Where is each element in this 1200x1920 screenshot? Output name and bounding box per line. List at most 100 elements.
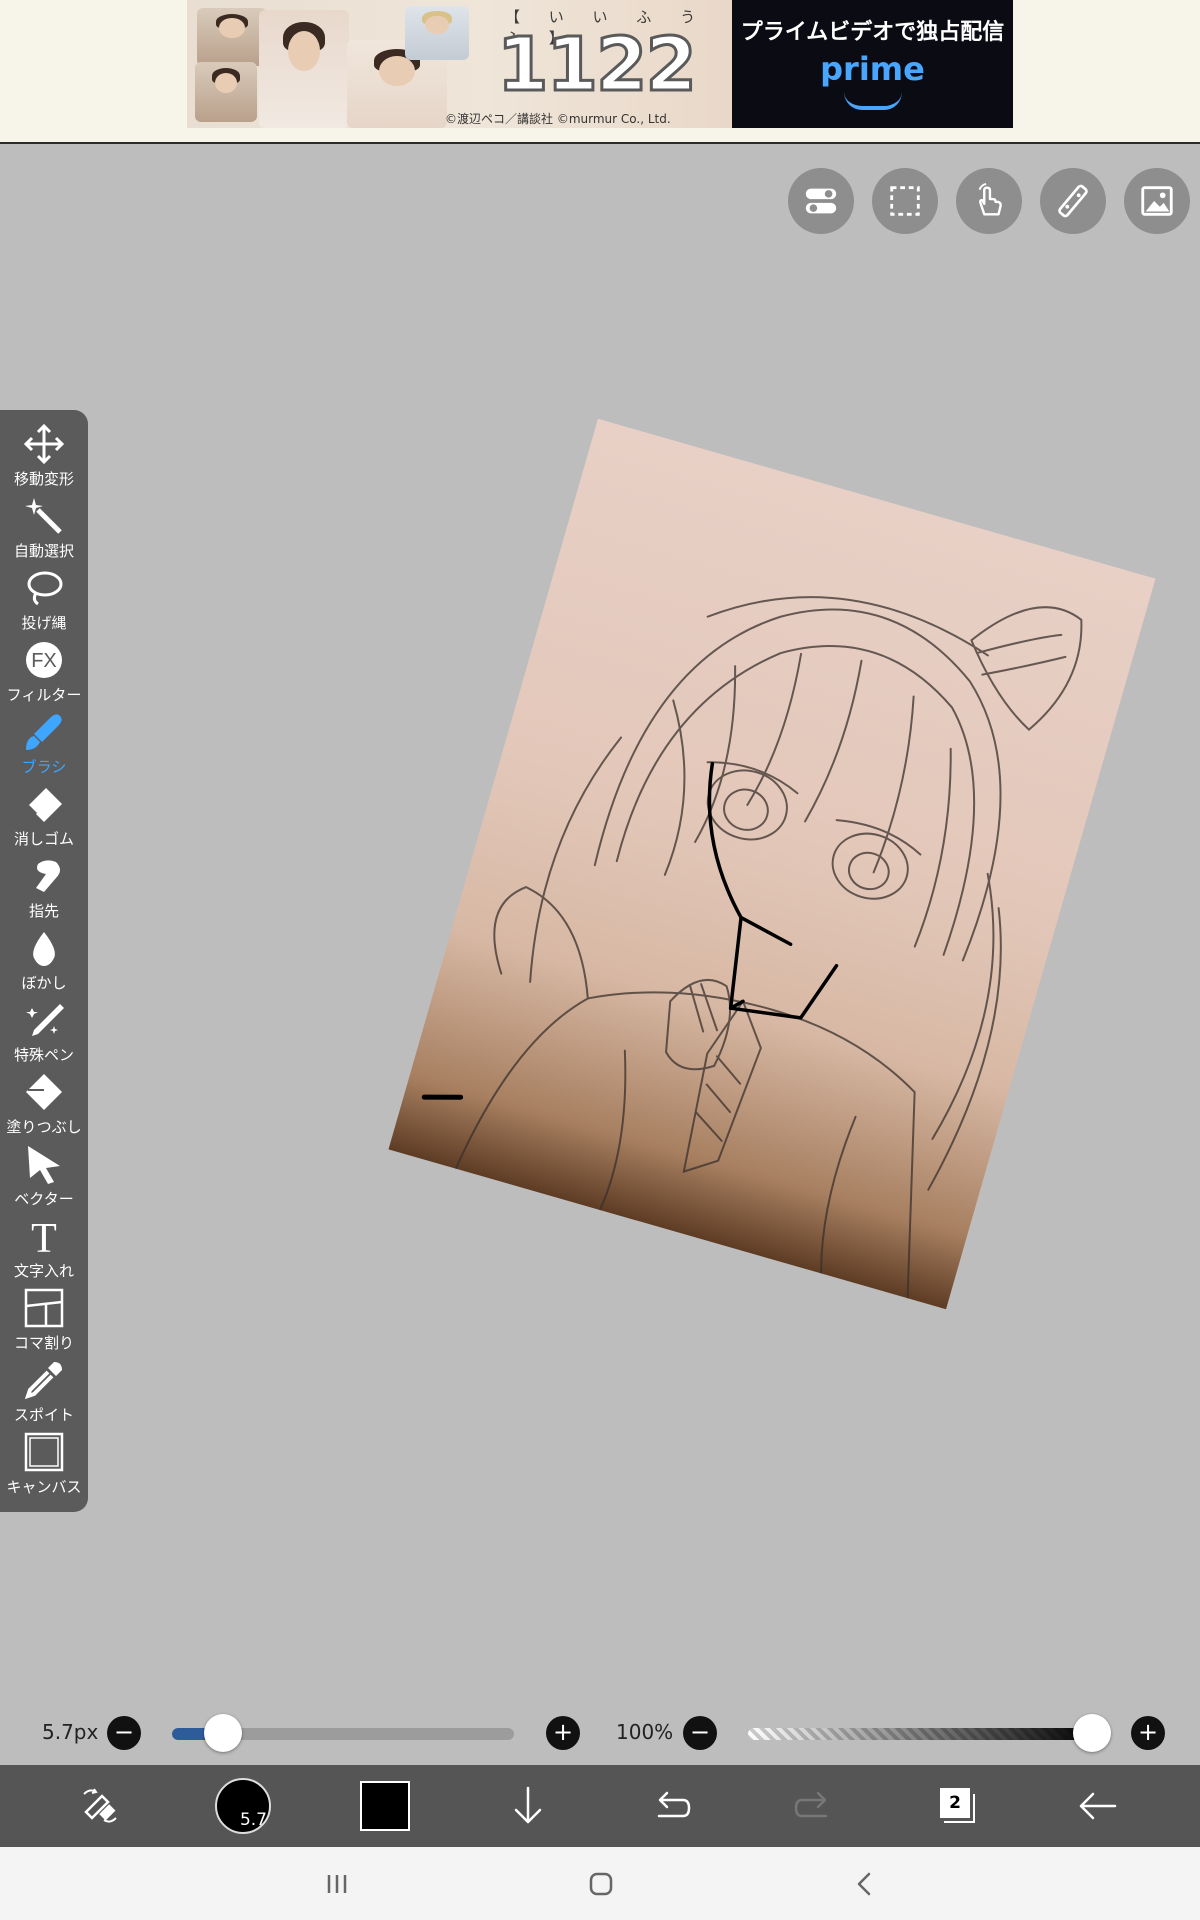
recent-apps-button[interactable] [307, 1863, 367, 1905]
tool-lasso[interactable]: 投げ縄 [0, 564, 88, 636]
tool-vector-arrow[interactable]: ベクター [0, 1140, 88, 1212]
canvas-artwork[interactable] [388, 418, 1156, 1310]
brush-opacity-value: 100% [616, 1720, 674, 1744]
ad-brand-smile-icon [844, 92, 902, 110]
bottom-toolbar: 5.7 2 [0, 1765, 1200, 1847]
undo-icon [657, 1791, 691, 1818]
svg-text:FX: FX [31, 650, 57, 672]
brush-settings-row: 5.7px − + 100% − + [0, 1700, 1200, 1766]
tool-label: 文字入れ [13, 1262, 74, 1280]
home-icon [589, 1872, 613, 1896]
ad-area: 【 い い ふ う ふ 】 1122 ©渡辺ペコ／講談社 ©murmur Co.… [0, 0, 1200, 144]
color-button[interactable] [315, 1765, 455, 1847]
touch-hand-icon [978, 182, 1002, 216]
tool-label: 特殊ペン [13, 1046, 74, 1064]
finger-smudge-icon [36, 860, 60, 892]
special-pen-icon [26, 1004, 64, 1036]
tool-special-pen[interactable]: 特殊ペン [0, 996, 88, 1068]
download-button[interactable] [458, 1765, 598, 1847]
tool-finger-smudge[interactable]: 指先 [0, 852, 88, 924]
tool-eraser[interactable]: 消しゴム [0, 780, 88, 852]
layers-button[interactable]: 2 [886, 1765, 1026, 1847]
blur-drop-icon [33, 932, 55, 966]
tool-label: ブラシ [21, 758, 67, 776]
tool-label: 塗りつぶし [6, 1118, 82, 1136]
fill-bucket-icon [26, 1074, 62, 1110]
brush-eraser-switch-icon [83, 1788, 117, 1823]
tool-label: 指先 [28, 902, 59, 920]
undo-button[interactable] [601, 1765, 741, 1847]
brush-size-increase-button[interactable]: + [546, 1716, 580, 1750]
lasso-icon [27, 571, 63, 606]
ad-copyright: ©渡辺ペコ／講談社 ©murmur Co., Ltd. [445, 112, 671, 126]
tool-canvas[interactable]: キャンバス [0, 1428, 88, 1500]
brush-opacity-knob[interactable] [1073, 1714, 1111, 1752]
tool-label: 消しゴム [13, 830, 74, 848]
brush-opacity-decrease-button[interactable]: − [683, 1716, 717, 1750]
text-icon: T [31, 1216, 57, 1256]
tool-fx-filter[interactable]: FX フィルター [0, 636, 88, 708]
brush-icon [26, 714, 62, 750]
panel-split-icon [24, 1288, 64, 1328]
ad-photo [195, 62, 257, 122]
tool-label: スポイト [13, 1406, 74, 1424]
brush-size-button[interactable]: 5.7 [173, 1765, 313, 1847]
eyedropper-icon [24, 1362, 62, 1400]
tool-label: 自動選択 [13, 542, 74, 560]
layer-count-badge: 2 [938, 1786, 972, 1820]
ruler-icon [1058, 184, 1088, 218]
back-button[interactable] [1027, 1765, 1167, 1847]
arrow-down-icon [514, 1786, 542, 1824]
ad-promo: プライムビデオで独占配信 prime [732, 0, 1013, 128]
tool-label: 移動変形 [13, 470, 74, 488]
brush-size-value: 5.7px [42, 1720, 99, 1744]
ad-photo [259, 10, 349, 128]
brush-size-preview-label: 5.7 [239, 1810, 267, 1830]
toggle-settings-button[interactable] [788, 168, 854, 234]
vector-arrow-icon [28, 1146, 60, 1184]
redo-button[interactable] [744, 1765, 884, 1847]
tool-label: ぼかし [21, 974, 67, 992]
home-button[interactable] [571, 1863, 631, 1905]
selection-rect-icon [890, 186, 920, 216]
tool-fill-bucket[interactable]: 塗りつぶし [0, 1068, 88, 1140]
brush-size-preview: 5.7 [215, 1778, 271, 1834]
brush-opacity-slider[interactable] [748, 1728, 1096, 1740]
tool-move-transform[interactable]: 移動変形 [0, 420, 88, 492]
ad-photo [405, 6, 469, 60]
canvas-icon [24, 1432, 64, 1472]
image-icon [1141, 186, 1173, 216]
toggle-settings-icon [805, 188, 837, 214]
ad-photo-area: 【 い い ふ う ふ 】 1122 ©渡辺ペコ／講談社 ©murmur Co.… [187, 0, 732, 128]
layers-icon: 2 [936, 1786, 976, 1826]
tool-label: フィルター [6, 686, 82, 704]
selection-button[interactable] [872, 168, 938, 234]
brush-size-knob[interactable] [204, 1714, 243, 1752]
tool-panel-split[interactable]: コマ割り [0, 1284, 88, 1356]
tool-magic-wand[interactable]: 自動選択 [0, 492, 88, 564]
current-color-swatch [360, 1781, 410, 1831]
tool-label: キャンバス [6, 1478, 82, 1496]
brush-opacity-increase-button[interactable]: + [1131, 1716, 1165, 1750]
chevron-left-icon [857, 1872, 871, 1896]
ruler-button[interactable] [1040, 168, 1106, 234]
sketch-drawing [421, 596, 1083, 1300]
reference-image-button[interactable] [1124, 168, 1190, 234]
ad-title: 1122 [496, 21, 699, 110]
recent-apps-icon [327, 1875, 347, 1893]
magic-wand-icon [25, 498, 62, 534]
ad-banner[interactable]: 【 い い ふ う ふ 】 1122 ©渡辺ペコ／講談社 ©murmur Co.… [187, 0, 1013, 128]
tool-label: ベクター [14, 1190, 74, 1208]
ad-headline: プライムビデオで独占配信 [740, 20, 1005, 45]
fx-filter-icon: FX [26, 642, 62, 678]
tool-brush[interactable]: ブラシ [0, 708, 88, 780]
system-back-button[interactable] [835, 1863, 895, 1905]
quick-switch-button[interactable] [30, 1765, 170, 1847]
arrow-left-icon [1079, 1792, 1117, 1820]
tool-text[interactable]: T 文字入れ [0, 1212, 88, 1284]
tool-eyedropper[interactable]: スポイト [0, 1356, 88, 1428]
brush-size-decrease-button[interactable]: − [107, 1716, 141, 1750]
tool-blur-drop[interactable]: ぼかし [0, 924, 88, 996]
move-transform-icon [24, 424, 64, 464]
touch-button[interactable] [956, 168, 1022, 234]
